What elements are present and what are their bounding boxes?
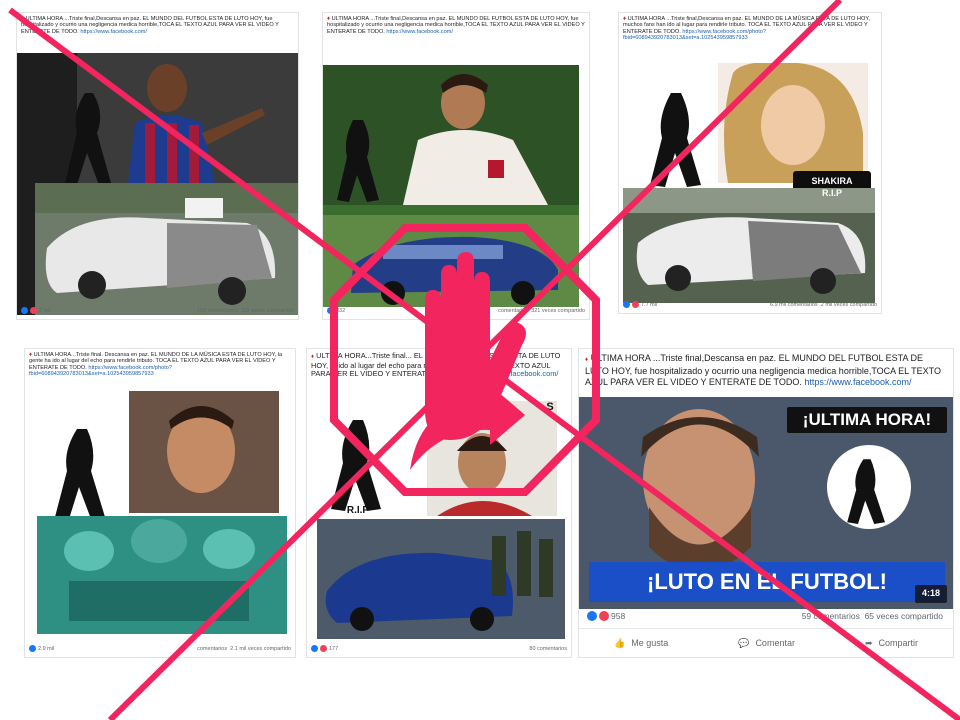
share-count[interactable]: 2 mil veces compartido — [821, 302, 877, 308]
post-image — [29, 391, 291, 641]
post-text: ♦ ULTIMA HORA ...Triste final,Descansa e… — [623, 16, 870, 42]
like-reaction-icon — [29, 645, 36, 652]
love-reaction-icon — [599, 611, 609, 621]
post-stats: 2 mil 158 comentarios 118 veces comparti… — [21, 307, 294, 314]
image-caption-tag: R.I.P — [346, 505, 370, 516]
post-stats: 958 59 comentarios 65 veces compartido — [587, 611, 943, 621]
post-link[interactable]: https://www.facebook.com/ — [386, 29, 453, 35]
like-reaction-icon — [311, 645, 318, 652]
like-reaction-icon — [623, 301, 630, 308]
post-image — [17, 53, 298, 315]
share-count[interactable]: 65 veces compartido — [865, 611, 943, 621]
post-stats: 177 80 comentarios — [311, 645, 567, 652]
post-stats: 7.7 mil 6.9 mil comentarios 2 mil veces … — [623, 301, 877, 308]
post-card-6[interactable]: ♦ ULTIMA HORA ...Triste final,Descansa e… — [578, 348, 954, 658]
thumbs-up-icon: 👍 — [613, 637, 626, 648]
mourning-bow-icon: ♦ — [327, 16, 331, 22]
post-image: R.I.P S — [317, 401, 565, 639]
post-stats: 832 comentarios 321 veces compartido — [327, 307, 585, 314]
image-caption-tag-2: S — [546, 401, 554, 413]
post-text: ♦ ULTIMA HORA ...Triste final,Descansa e… — [585, 353, 942, 387]
comment-count[interactable]: comentarios — [197, 646, 227, 652]
comment-count[interactable]: 59 comentarios — [802, 611, 860, 621]
share-count[interactable]: 118 veces compartido — [241, 308, 294, 314]
post-link[interactable]: https://www.facebook.com/ — [471, 369, 559, 378]
mourning-bow-icon: ♦ — [29, 352, 33, 358]
reaction-count[interactable]: 177 — [329, 646, 338, 652]
video-banner-top: ¡ULTIMA HORA! — [802, 410, 932, 429]
comment-button[interactable]: 💬 Comentar — [738, 638, 795, 649]
post-card-2[interactable]: ♦ ULTIMA HORA ...Triste final,Descansa e… — [322, 12, 590, 320]
like-button[interactable]: 👍 Me gusta — [614, 638, 668, 649]
post-text: ♦ ULTIMA HORA ...Triste final,Descansa e… — [21, 16, 279, 35]
post-image: SHAKIRA R.I.P — [623, 63, 875, 303]
post-link[interactable]: https://www.facebook.com/ — [804, 377, 911, 387]
video-duration: 4:18 — [921, 588, 940, 598]
share-count[interactable]: 321 veces compartido — [531, 308, 585, 314]
mourning-bow-icon: ♦ — [585, 357, 589, 363]
image-caption-tag: SHAKIRA R.I.P — [811, 176, 853, 198]
like-reaction-icon — [587, 611, 597, 621]
post-card-4[interactable]: ♦ ULTIMA HORA...Triste final. Descansa e… — [24, 348, 296, 658]
share-icon: ➦ — [864, 637, 873, 648]
comment-icon: 💬 — [738, 637, 750, 648]
comment-count[interactable]: 158 comentarios — [197, 308, 238, 314]
share-button[interactable]: ➦ Compartir — [865, 638, 918, 649]
post-image — [323, 65, 579, 307]
post-card-5[interactable]: ♦ ULTIMA HORA...Triste final... EL MUNDO… — [306, 348, 572, 658]
reaction-count[interactable]: 958 — [611, 611, 625, 621]
post-stats: 2.9 mil comentarios 2.1 mil veces compar… — [29, 645, 291, 652]
like-reaction-icon — [21, 307, 28, 314]
post-card-3[interactable]: ♦ ULTIMA HORA ...Triste final,Descansa e… — [618, 12, 882, 314]
reaction-count[interactable]: 7.7 mil — [641, 302, 657, 308]
comment-count[interactable]: 6.9 mil comentarios — [770, 302, 818, 308]
post-text: ♦ ULTIMA HORA...Triste final... EL MUNDO… — [311, 351, 561, 379]
like-reaction-icon — [327, 307, 334, 314]
reaction-count[interactable]: 832 — [336, 308, 345, 314]
reaction-count[interactable]: 2.9 mil — [38, 646, 54, 652]
post-text: ♦ ULTIMA HORA...Triste final. Descansa e… — [29, 352, 283, 378]
comment-count[interactable]: comentarios — [498, 308, 528, 314]
love-reaction-icon — [320, 645, 327, 652]
post-video-thumbnail[interactable]: ¡ULTIMA HORA! ¡LUTO EN EL FUTBOL! 4:18 — [579, 397, 953, 609]
video-banner-bottom: ¡LUTO EN EL FUTBOL! — [647, 569, 887, 594]
post-text: ♦ ULTIMA HORA ...Triste final,Descansa e… — [327, 16, 585, 35]
reaction-count[interactable]: 2 mil — [39, 308, 51, 314]
comment-count[interactable]: 80 comentarios — [529, 646, 567, 652]
mourning-bow-icon: ♦ — [21, 16, 25, 22]
post-action-bar: 👍 Me gusta 💬 Comentar ➦ Compartir — [579, 628, 953, 657]
post-link[interactable]: https://www.facebook.com/ — [80, 29, 147, 35]
mourning-bow-icon: ♦ — [623, 16, 627, 22]
post-card-1[interactable]: ♦ ULTIMA HORA ...Triste final,Descansa e… — [16, 12, 299, 320]
share-count[interactable]: 2.1 mil veces compartido — [230, 646, 291, 652]
mourning-bow-icon: ♦ — [311, 354, 315, 360]
love-reaction-icon — [632, 301, 639, 308]
love-reaction-icon — [30, 307, 37, 314]
